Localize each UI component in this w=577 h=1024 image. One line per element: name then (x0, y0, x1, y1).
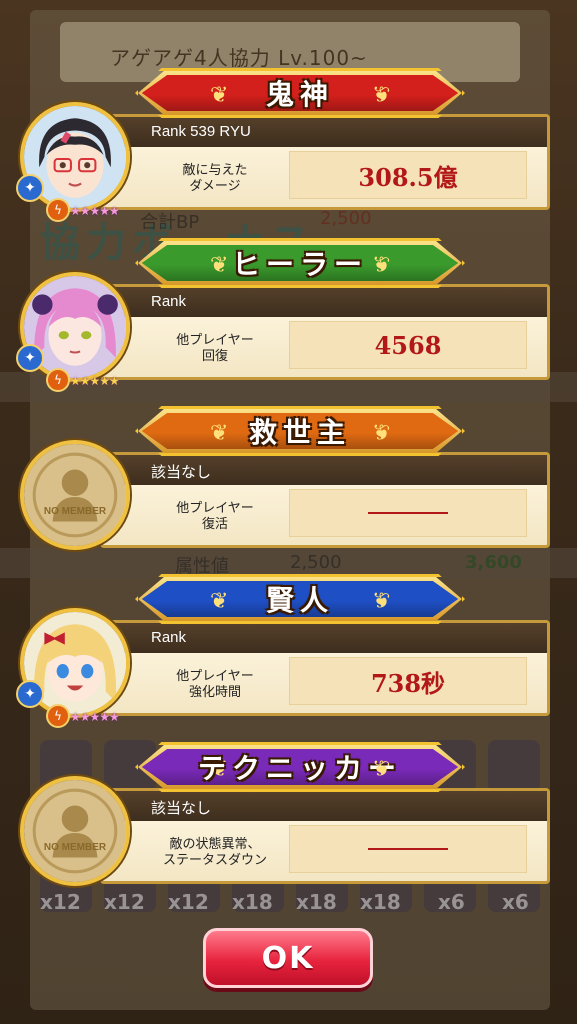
skill-badge-icon: ϟ (46, 368, 70, 392)
skill-badge-icon: ϟ (46, 198, 70, 222)
award-value-box (289, 489, 527, 537)
award-card: 該当なし 敵の状態異常、 ステータスダウン (100, 788, 550, 884)
item-count: x12 (168, 890, 209, 914)
award-value: 4568 (374, 330, 442, 360)
item-count: x18 (296, 890, 337, 914)
element-badge-icon: ✦ (16, 680, 44, 708)
item-count: x6 (438, 890, 465, 914)
skill-badge-icon: ϟ (46, 704, 70, 728)
attr-from: 2,500 (290, 552, 342, 573)
bp-label: 合計BP (140, 212, 200, 233)
reward-item (488, 740, 540, 792)
laurel-icon: ❦ (371, 421, 390, 446)
award-value: 738秒 (370, 668, 446, 698)
silhouette-icon (24, 780, 126, 882)
ok-button[interactable]: OK (203, 928, 373, 988)
item-count: x18 (360, 890, 401, 914)
star-rating: ★★★★★ (70, 374, 120, 388)
no-member-avatar: NO MEMBER (20, 440, 130, 550)
award-value-box (289, 825, 527, 873)
award-title: 鬼神 (265, 78, 334, 111)
rank-text: Rank 539 RYU (103, 117, 547, 147)
award-card: Rank 他プレイヤー 回復 4568 (100, 284, 550, 380)
no-value-dash (368, 512, 448, 514)
item-count: x12 (104, 890, 145, 914)
award-title-banner: ❦ 賢人 ❦ (135, 574, 465, 624)
award-card: Rank 539 RYU 敵に与えた ダメージ 308.5億 (100, 114, 550, 210)
award-title: ヒーラー (231, 248, 368, 281)
award-criteria: 他プレイヤー 回復 (176, 333, 254, 364)
award-card: Rank 他プレイヤー 強化時間 738秒 (100, 620, 550, 716)
award-criteria: 敵の状態異常、 ステータスダウン (162, 837, 267, 868)
no-member-text: NO MEMBER (43, 842, 107, 853)
award-value-box: 738秒 (289, 657, 527, 705)
rank-text: 該当なし (103, 791, 547, 821)
award-title: 救世主 (248, 416, 351, 449)
element-badge-icon: ✦ (16, 344, 44, 372)
bp-value: 2,500 (320, 208, 372, 229)
attr-to: 3,600 (465, 552, 522, 573)
award-title-banner: ❦ 救世主 ❦ (135, 406, 465, 456)
rank-text: Rank (103, 287, 547, 317)
no-member-avatar: NO MEMBER (20, 776, 130, 886)
star-rating: ★★★★★ (70, 204, 120, 218)
element-badge-icon: ✦ (16, 174, 44, 202)
award-value-box: 308.5億 (289, 151, 527, 199)
laurel-icon: ❦ (210, 83, 229, 108)
laurel-icon: ❦ (371, 83, 390, 108)
award-value: 308.5億 (358, 162, 458, 192)
star-rating: ★★★★★ (70, 710, 120, 724)
item-count: x6 (502, 890, 529, 914)
rank-text: Rank (103, 623, 547, 653)
no-member-text: NO MEMBER (43, 506, 107, 517)
item-count: x12 (40, 890, 81, 914)
award-title-banner: ❦ テクニッカー ❦ (135, 742, 465, 792)
laurel-icon: ❦ (210, 253, 229, 278)
award-card: 該当なし 他プレイヤー 復活 (100, 452, 550, 548)
rank-text: 該当なし (103, 455, 547, 485)
no-value-dash (368, 848, 448, 850)
item-count: x18 (232, 890, 273, 914)
laurel-icon: ❦ (371, 757, 390, 782)
award-criteria: 他プレイヤー 強化時間 (176, 669, 254, 700)
award-criteria: 他プレイヤー 復活 (176, 501, 254, 532)
award-title-banner: ❦ 鬼神 ❦ (135, 68, 465, 118)
laurel-icon: ❦ (210, 421, 229, 446)
award-criteria: 敵に与えた ダメージ (182, 163, 248, 194)
laurel-icon: ❦ (371, 253, 390, 278)
laurel-icon: ❦ (371, 589, 390, 614)
laurel-icon: ❦ (210, 589, 229, 614)
silhouette-icon (24, 444, 126, 546)
award-title-banner: ❦ ヒーラー ❦ (135, 238, 465, 288)
award-value-box: 4568 (289, 321, 527, 369)
award-title: 賢人 (265, 584, 334, 617)
